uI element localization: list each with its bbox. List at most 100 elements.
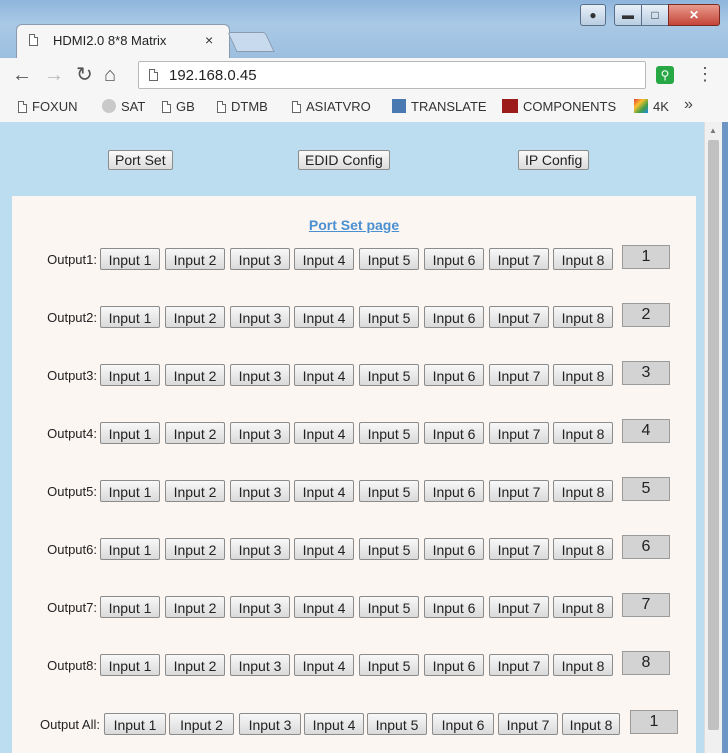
input-8-button[interactable]: Input 8: [553, 654, 613, 676]
input-7-button[interactable]: Input 7: [489, 596, 549, 618]
input-6-button[interactable]: Input 6: [424, 306, 484, 328]
input-7-button[interactable]: Input 7: [489, 422, 549, 444]
input-7-button[interactable]: Input 7: [489, 306, 549, 328]
edid-config-button[interactable]: EDID Config: [298, 150, 390, 170]
input-1-button[interactable]: Input 1: [104, 713, 166, 735]
port-set-button[interactable]: Port Set: [108, 150, 173, 170]
input-8-button[interactable]: Input 8: [553, 422, 613, 444]
ip-config-button[interactable]: IP Config: [518, 150, 590, 170]
input-1-button[interactable]: Input 1: [100, 654, 160, 676]
input-5-button[interactable]: Input 5: [359, 596, 419, 618]
input-7-button[interactable]: Input 7: [498, 713, 558, 735]
input-3-button[interactable]: Input 3: [230, 306, 290, 328]
page-title-link[interactable]: Port Set page: [12, 217, 696, 233]
input-7-button[interactable]: Input 7: [489, 248, 549, 270]
input-5-button[interactable]: Input 5: [359, 538, 419, 560]
new-tab-button[interactable]: [227, 32, 275, 52]
input-2-button[interactable]: Input 2: [165, 306, 225, 328]
input-6-button[interactable]: Input 6: [424, 422, 484, 444]
close-window-button[interactable]: ✕: [668, 4, 720, 26]
menu-icon[interactable]: ⋮: [696, 64, 714, 85]
input-3-button[interactable]: Input 3: [230, 248, 290, 270]
input-7-button[interactable]: Input 7: [489, 654, 549, 676]
input-4-button[interactable]: Input 4: [294, 538, 354, 560]
input-8-button[interactable]: Input 8: [553, 364, 613, 386]
input-1-button[interactable]: Input 1: [100, 480, 160, 502]
bookmark-sat[interactable]: SAT: [102, 99, 145, 114]
input-2-button[interactable]: Input 2: [165, 654, 225, 676]
input-6-button[interactable]: Input 6: [424, 248, 484, 270]
input-2-button[interactable]: Input 2: [165, 248, 225, 270]
bookmark-4k[interactable]: 4K: [634, 99, 669, 114]
maximize-button[interactable]: □: [641, 4, 669, 26]
scroll-up-icon[interactable]: ▲: [709, 126, 717, 135]
input-1-button[interactable]: Input 1: [100, 538, 160, 560]
input-6-button[interactable]: Input 6: [424, 480, 484, 502]
scrollbar[interactable]: ▲: [704, 122, 723, 753]
bookmark-gb[interactable]: GB: [162, 99, 195, 114]
input-1-button[interactable]: Input 1: [100, 364, 160, 386]
input-7-button[interactable]: Input 7: [489, 480, 549, 502]
input-1-button[interactable]: Input 1: [100, 422, 160, 444]
input-2-button[interactable]: Input 2: [165, 596, 225, 618]
input-1-button[interactable]: Input 1: [100, 306, 160, 328]
input-4-button[interactable]: Input 4: [294, 364, 354, 386]
tab-close-icon[interactable]: ×: [205, 32, 213, 48]
forward-icon[interactable]: →: [44, 64, 64, 86]
input-2-button[interactable]: Input 2: [165, 480, 225, 502]
browser-tab[interactable]: HDMI2.0 8*8 Matrix ×: [16, 24, 230, 59]
input-4-button[interactable]: Input 4: [294, 480, 354, 502]
input-7-button[interactable]: Input 7: [489, 538, 549, 560]
input-3-button[interactable]: Input 3: [239, 713, 301, 735]
input-4-button[interactable]: Input 4: [294, 248, 354, 270]
input-3-button[interactable]: Input 3: [230, 654, 290, 676]
input-5-button[interactable]: Input 5: [359, 480, 419, 502]
input-4-button[interactable]: Input 4: [294, 596, 354, 618]
input-5-button[interactable]: Input 5: [359, 654, 419, 676]
back-icon[interactable]: ←: [12, 64, 32, 86]
input-5-button[interactable]: Input 5: [359, 422, 419, 444]
url-text[interactable]: 192.168.0.45: [169, 67, 257, 84]
input-8-button[interactable]: Input 8: [553, 538, 613, 560]
input-8-button[interactable]: Input 8: [553, 480, 613, 502]
scrollbar-thumb[interactable]: [708, 140, 719, 730]
input-6-button[interactable]: Input 6: [424, 364, 484, 386]
input-1-button[interactable]: Input 1: [100, 248, 160, 270]
more-bookmarks-icon[interactable]: »: [684, 96, 693, 114]
bookmark-foxun[interactable]: FOXUN: [18, 99, 78, 114]
input-7-button[interactable]: Input 7: [489, 364, 549, 386]
input-3-button[interactable]: Input 3: [230, 422, 290, 444]
input-4-button[interactable]: Input 4: [294, 654, 354, 676]
input-6-button[interactable]: Input 6: [424, 596, 484, 618]
input-3-button[interactable]: Input 3: [230, 480, 290, 502]
input-2-button[interactable]: Input 2: [165, 422, 225, 444]
home-icon[interactable]: ⌂: [104, 64, 116, 86]
input-5-button[interactable]: Input 5: [359, 306, 419, 328]
input-6-button[interactable]: Input 6: [432, 713, 494, 735]
bookmark-components[interactable]: COMPONENTS: [502, 99, 616, 114]
input-4-button[interactable]: Input 4: [294, 306, 354, 328]
input-3-button[interactable]: Input 3: [230, 596, 290, 618]
input-5-button[interactable]: Input 5: [367, 713, 427, 735]
reload-icon[interactable]: ↻: [76, 64, 93, 86]
input-2-button[interactable]: Input 2: [165, 364, 225, 386]
share-icon[interactable]: ⚲: [656, 66, 674, 84]
input-8-button[interactable]: Input 8: [553, 596, 613, 618]
input-3-button[interactable]: Input 3: [230, 364, 290, 386]
input-2-button[interactable]: Input 2: [169, 713, 234, 735]
input-4-button[interactable]: Input 4: [294, 422, 354, 444]
input-2-button[interactable]: Input 2: [165, 538, 225, 560]
input-5-button[interactable]: Input 5: [359, 364, 419, 386]
input-4-button[interactable]: Input 4: [304, 713, 364, 735]
bookmark-translate[interactable]: TRANSLATE: [392, 99, 487, 114]
input-5-button[interactable]: Input 5: [359, 248, 419, 270]
input-8-button[interactable]: Input 8: [553, 248, 613, 270]
minimize-button[interactable]: ▬: [614, 4, 642, 26]
bookmark-asiatvro[interactable]: ASIATVRO: [292, 99, 371, 114]
address-bar[interactable]: 192.168.0.45: [138, 61, 646, 89]
input-1-button[interactable]: Input 1: [100, 596, 160, 618]
input-6-button[interactable]: Input 6: [424, 654, 484, 676]
bookmark-dtmb[interactable]: DTMB: [217, 99, 268, 114]
input-8-button[interactable]: Input 8: [562, 713, 620, 735]
input-6-button[interactable]: Input 6: [424, 538, 484, 560]
